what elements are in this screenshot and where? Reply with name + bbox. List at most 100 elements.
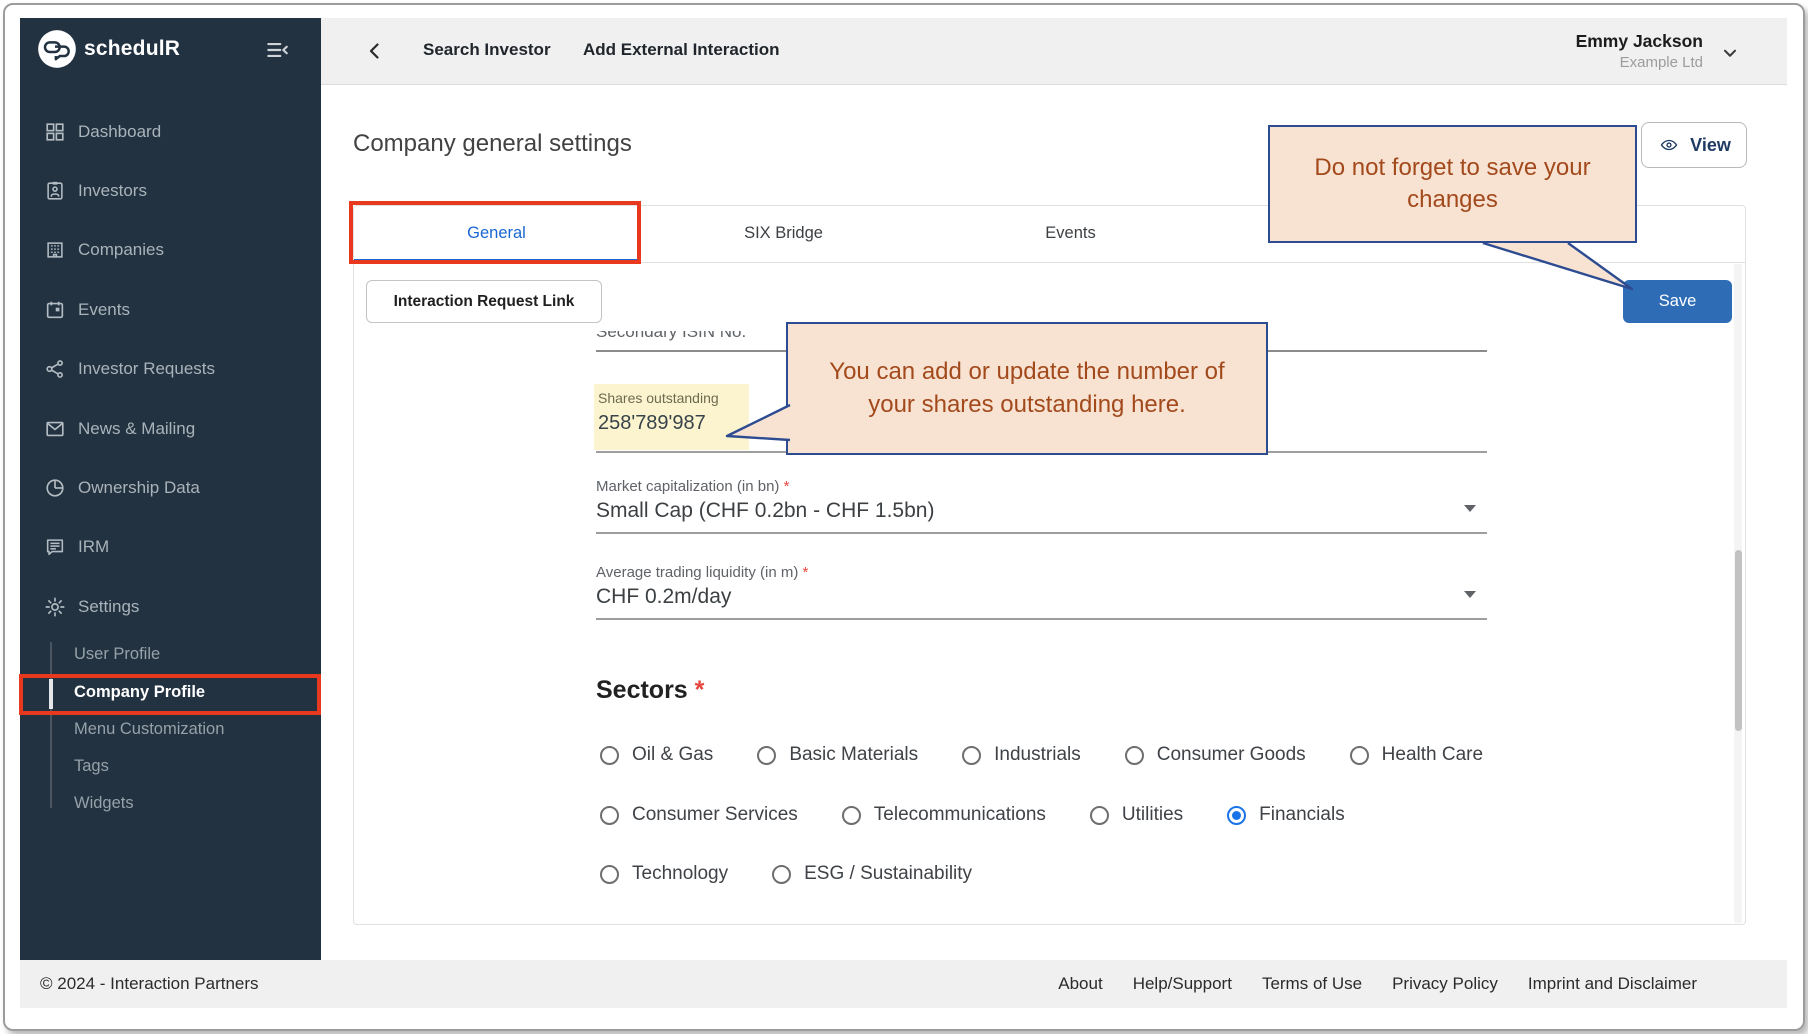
app-logo-chat-bubbles-icon (37, 29, 77, 69)
envelope-icon (44, 418, 66, 440)
sidebar: schedulR Dashboard Investors Companies Even… (20, 18, 321, 960)
sidebar-subitem-user-profile[interactable]: User Profile (20, 641, 321, 671)
brand-title: schedulR (84, 37, 180, 61)
sector-option-label: Oil & Gas (632, 744, 713, 766)
footer-link-privacy-policy[interactable]: Privacy Policy (1392, 974, 1498, 994)
shares-outstanding-label: Shares outstanding (598, 390, 719, 406)
trading-liquidity-select[interactable]: CHF 0.2m/day (596, 585, 731, 609)
sector-option-label: Financials (1259, 804, 1345, 826)
pie-chart-icon (44, 477, 66, 499)
radio-health-care[interactable] (1350, 746, 1369, 765)
sidebar-subitem-label: Widgets (74, 794, 134, 813)
required-asterisk: * (784, 478, 790, 495)
tab-six-bridge[interactable]: SIX Bridge (640, 205, 927, 262)
save-button[interactable]: Save (1623, 280, 1732, 323)
topnav-search-investor[interactable]: Search Investor (423, 40, 551, 60)
sidebar-subitem-widgets[interactable]: Widgets (20, 790, 321, 820)
radio-consumer-goods[interactable] (1125, 746, 1144, 765)
footer-link-imprint-and-disclaimer[interactable]: Imprint and Disclaimer (1528, 974, 1697, 994)
radio-utilities[interactable] (1090, 806, 1109, 825)
interaction-request-link-button[interactable]: Interaction Request Link (366, 280, 602, 323)
footer-copyright: © 2024 - Interaction Partners (40, 974, 259, 994)
sidebar-subitem-label: User Profile (74, 645, 160, 664)
chevron-left-icon[interactable] (363, 39, 387, 63)
market-cap-select[interactable]: Small Cap (CHF 0.2bn - CHF 1.5bn) (596, 499, 934, 523)
callout-save-reminder: Do not forget to save your changes (1268, 125, 1637, 243)
radio-consumer-services[interactable] (600, 806, 619, 825)
market-cap-label: Market capitalization (in bn) * (596, 478, 789, 495)
sector-option-label: Utilities (1122, 804, 1183, 826)
sector-option-label: Consumer Goods (1157, 744, 1306, 766)
sector-option-basic-materials[interactable]: Basic Materials (757, 744, 918, 766)
sidebar-subitem-tags[interactable]: Tags (20, 753, 321, 783)
sector-option-label: ESG / Sustainability (804, 863, 972, 885)
radio-telecommunications[interactable] (842, 806, 861, 825)
sidebar-item-dashboard[interactable]: Dashboard (20, 118, 321, 148)
required-asterisk: * (695, 676, 705, 704)
radio-financials[interactable] (1227, 806, 1246, 825)
sidebar-item-investors[interactable]: Investors (20, 177, 321, 207)
sidebar-item-news-mailing[interactable]: News & Mailing (20, 415, 321, 445)
sector-option-label: Basic Materials (789, 744, 918, 766)
sector-option-consumer-services[interactable]: Consumer Services (600, 804, 798, 826)
sidebar-subitem-menu-customization[interactable]: Menu Customization (20, 716, 321, 746)
market-cap-underline (596, 532, 1487, 534)
sidebar-item-companies[interactable]: Companies (20, 236, 321, 266)
sidebar-item-irm[interactable]: IRM (20, 533, 321, 563)
market-cap-dropdown-arrow-icon[interactable] (1464, 505, 1476, 512)
sidebar-item-events[interactable]: Events (20, 296, 321, 326)
sidebar-item-label: Settings (78, 597, 139, 617)
trading-liquidity-underline (596, 618, 1487, 620)
sector-row: Oil & Gas Basic Materials Industrials Consu… (600, 742, 1483, 768)
sector-row: Consumer Services Telecommunications Utili… (600, 802, 1345, 828)
sector-option-industrials[interactable]: Industrials (962, 744, 1081, 766)
sidebar-subitem-label: Company Profile (74, 683, 205, 702)
sector-option-financials[interactable]: Financials (1227, 804, 1345, 826)
sidebar-item-investor-requests[interactable]: Investor Requests (20, 355, 321, 385)
radio-technology[interactable] (600, 865, 619, 884)
page-title: Company general settings (353, 130, 632, 158)
shares-outstanding-value[interactable]: 258'789'987 (598, 412, 706, 435)
user-menu[interactable]: Emmy Jackson Example Ltd (1576, 29, 1703, 72)
footer-link-help-support[interactable]: Help/Support (1133, 974, 1232, 994)
sidebar-item-ownership-data[interactable]: Ownership Data (20, 474, 321, 504)
sidebar-item-label: Events (78, 300, 130, 320)
footer-link-about[interactable]: About (1058, 974, 1102, 994)
sidebar-subitem-company-profile[interactable]: Company Profile (20, 679, 321, 709)
message-lines-icon (44, 536, 66, 558)
app-screen: schedulR Dashboard Investors Companies Even… (0, 0, 1808, 1034)
sidebar-item-settings[interactable]: Settings (20, 593, 321, 623)
menu-fold-icon[interactable] (264, 37, 290, 63)
tab-divider (354, 262, 1745, 263)
sector-option-utilities[interactable]: Utilities (1090, 804, 1183, 826)
radio-esg-sustainability[interactable] (772, 865, 791, 884)
eye-icon (1657, 136, 1681, 154)
tab-events[interactable]: Events (927, 205, 1214, 262)
card-scrollbar-thumb[interactable] (1735, 550, 1742, 731)
sector-option-telecommunications[interactable]: Telecommunications (842, 804, 1046, 826)
topnav-add-external-interaction[interactable]: Add External Interaction (583, 40, 779, 60)
share-nodes-icon (44, 358, 66, 380)
radio-basic-materials[interactable] (757, 746, 776, 765)
sector-row: Technology ESG / Sustainability (600, 861, 972, 887)
user-company: Example Ltd (1576, 53, 1703, 72)
sector-option-oil-gas[interactable]: Oil & Gas (600, 744, 713, 766)
tab-general[interactable]: General (353, 205, 640, 262)
view-button[interactable]: View (1641, 122, 1747, 168)
sidebar-subitem-label: Tags (74, 757, 109, 776)
sidebar-subitem-label: Menu Customization (74, 720, 224, 739)
footer-link-terms-of-use[interactable]: Terms of Use (1262, 974, 1362, 994)
sector-option-technology[interactable]: Technology (600, 863, 728, 885)
sector-option-consumer-goods[interactable]: Consumer Goods (1125, 744, 1306, 766)
radio-oil-gas[interactable] (600, 746, 619, 765)
gear-icon (44, 596, 66, 618)
sector-option-label: Telecommunications (874, 804, 1046, 826)
sector-option-esg-sustainability[interactable]: ESG / Sustainability (772, 863, 972, 885)
sector-option-label: Health Care (1382, 744, 1483, 766)
sector-option-health-care[interactable]: Health Care (1350, 744, 1483, 766)
calendar-icon (44, 299, 66, 321)
radio-industrials[interactable] (962, 746, 981, 765)
view-button-label: View (1690, 135, 1731, 156)
trading-liquidity-dropdown-arrow-icon[interactable] (1464, 591, 1476, 598)
chevron-down-icon[interactable] (1719, 42, 1741, 64)
